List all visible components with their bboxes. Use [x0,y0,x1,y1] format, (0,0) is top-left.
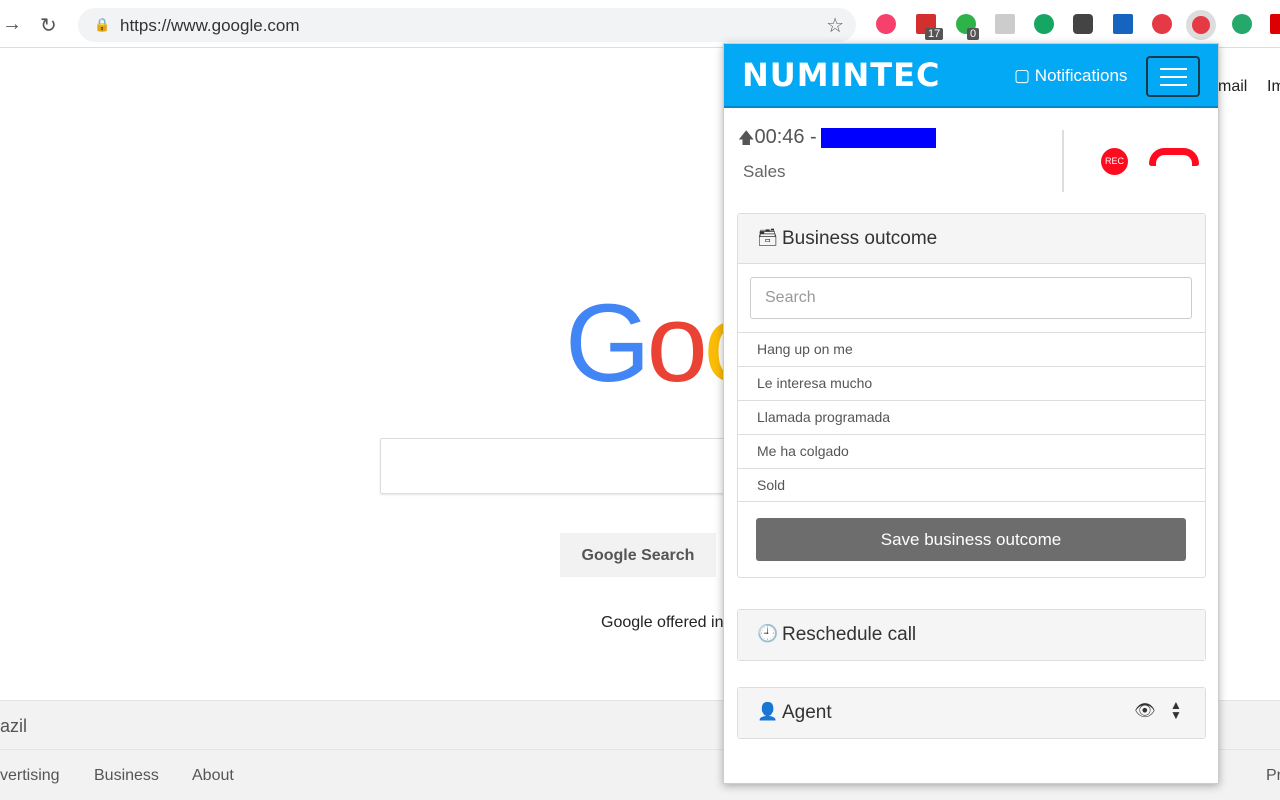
extension-icon[interactable] [1270,14,1280,34]
privacy-link[interactable]: Pr [1266,767,1280,785]
extension-icon[interactable] [876,14,896,34]
about-link[interactable]: About [192,767,234,785]
record-button[interactable]: REC [1101,148,1128,175]
active-call: 🡅00:46 - Sales REC [724,108,1218,212]
archive-icon: 🗃 [757,228,779,247]
outcome-option[interactable]: Sold [738,468,1205,502]
popup-header: NUMINTEC ▢ Notifications [724,44,1218,108]
user-icon: 👤 [757,702,779,721]
eye-icon[interactable]: 👁 [1134,701,1156,721]
forward-icon[interactable]: → [2,13,22,36]
google-search-button[interactable]: Google Search [560,533,716,577]
agent-panel[interactable]: 👤 Agent 👁 ▲ ▼ [737,687,1206,739]
extension-badge: 17 [925,28,944,40]
numintec-logo: NUMINTEC [742,56,941,94]
gmail-link[interactable]: mail [1218,78,1247,96]
extension-icon[interactable] [995,14,1015,34]
business-link[interactable]: Business [94,767,159,785]
numintec-popup: NUMINTEC ▢ Notifications 🡅00:46 - Sales … [723,43,1219,784]
browser-toolbar: → ↻ 🔒 https://www.google.com ☆ 17 0 [0,0,1280,48]
outcome-search-input[interactable]: Search [750,277,1192,319]
reload-icon[interactable]: ↻ [40,13,57,38]
address-bar[interactable]: 🔒 https://www.google.com ☆ [78,8,856,42]
hangup-button[interactable] [1149,148,1199,166]
region-text: azil [0,716,28,736]
outcome-option[interactable]: Llamada programada [738,400,1205,434]
extension-icon[interactable] [1113,14,1133,34]
save-outcome-button[interactable]: Save business outcome [756,518,1186,561]
outcome-option[interactable]: Hang up on me [738,332,1205,366]
extension-icon[interactable] [1232,14,1252,34]
panel-title: Agent [782,702,832,723]
rec-label: REC [1104,156,1124,166]
call-duration: 00:46 - [754,126,817,148]
notifications-link[interactable]: ▢ Notifications [1014,66,1127,86]
clock-icon: 🕘 [757,624,779,643]
call-queue: Sales [743,162,786,181]
google-search-input[interactable] [380,438,760,494]
panel-title: Reschedule call [782,624,917,645]
extension-icon[interactable] [1152,14,1172,34]
lock-icon: 🔒 [94,17,111,32]
sort-icon[interactable]: ▲ ▼ [1170,699,1182,721]
extension-badge: 0 [967,28,980,40]
pocket-icon[interactable] [1073,14,1093,34]
outgoing-arrow-icon: 🡅 [738,130,755,147]
advertising-link[interactable]: vertising [0,767,60,785]
notifications-label: Notifications [1034,66,1128,85]
reschedule-panel[interactable]: 🕘 Reschedule call [737,609,1206,661]
outcome-option[interactable]: Me ha colgado [738,434,1205,468]
business-outcome-panel: 🗃 Business outcome Search Hang up on me L… [737,213,1206,578]
outcome-option[interactable]: Le interesa mucho [738,366,1205,400]
bookmark-star-icon[interactable]: ☆ [826,13,844,38]
offered-in-text: Google offered in [601,614,724,631]
divider [1062,130,1064,192]
numintec-extension-icon[interactable] [1186,10,1216,40]
reschedule-header[interactable]: 🕘 Reschedule call [738,610,1205,660]
menu-button[interactable] [1146,56,1200,97]
business-outcome-header[interactable]: 🗃 Business outcome [738,214,1205,264]
agent-header[interactable]: 👤 Agent 👁 ▲ ▼ [738,688,1205,738]
images-link[interactable]: Im [1267,78,1280,96]
notification-icon: ▢ [1014,66,1035,85]
url-text: https://www.google.com [120,16,300,35]
panel-title: Business outcome [782,228,938,249]
grammarly-icon[interactable] [1034,14,1054,34]
redacted-number [820,127,936,148]
